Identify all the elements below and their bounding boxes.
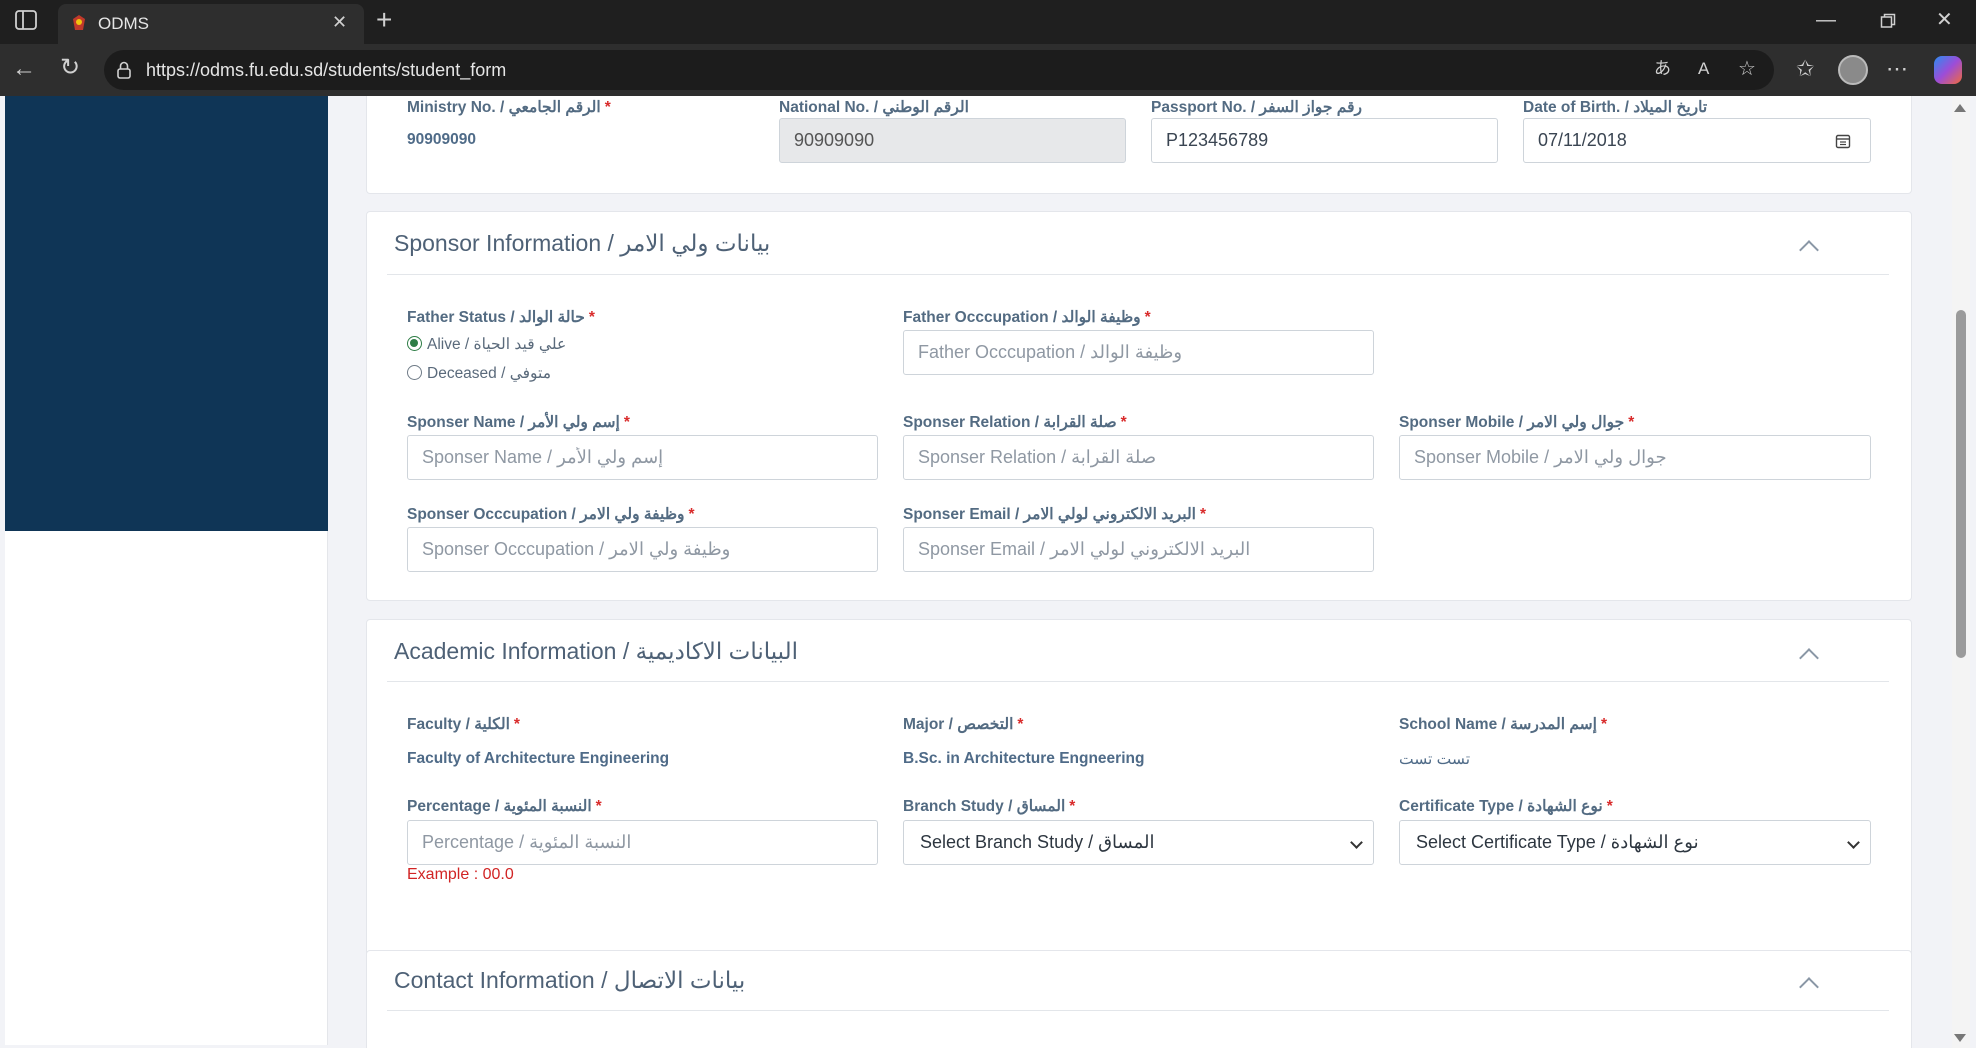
read-aloud-icon[interactable]: A (1698, 60, 1709, 77)
browser-tab[interactable]: ODMS ✕ (58, 4, 364, 44)
sponsor-name-input[interactable] (407, 435, 878, 480)
national-no-input[interactable] (779, 118, 1126, 163)
tab-title: ODMS (98, 14, 149, 33)
translate-icon[interactable]: あ (1654, 60, 1671, 77)
alive-radio-circle[interactable] (407, 336, 422, 351)
academic-section-title: Academic Information / البيانات الاكاديم… (394, 638, 799, 664)
school-name-label: School Name / إسم المدرسة * (1399, 716, 1607, 733)
page-viewport: Ministry No. / الرقم الجامعي * 90909090 N… (0, 96, 1976, 1048)
percentage-input[interactable] (407, 820, 878, 865)
reload-icon[interactable]: ↻ (60, 56, 80, 80)
date-of-birth-label: Date of Birth. / تاريخ الميلاد (1523, 99, 1708, 116)
ministry-no-label: Ministry No. / الرقم الجامعي * (407, 99, 611, 116)
branch-study-label: Branch Study / المساق * (903, 798, 1076, 815)
more-icon[interactable]: ⋯ (1886, 58, 1908, 80)
sponsor-relation-input[interactable] (903, 435, 1374, 480)
deceased-radio-circle[interactable] (407, 365, 422, 380)
ministry-no-value: 90909090 (407, 131, 476, 148)
calendar-icon[interactable] (1835, 133, 1851, 149)
new-tab-button[interactable]: + (376, 6, 392, 34)
address-bar[interactable]: https://odms.fu.edu.sd/students/student_… (104, 50, 1774, 90)
major-value: B.Sc. in Architecture Engneering (903, 750, 1145, 767)
sponsor-occupation-label: Sponser Occcupation / وظيفة ولي الامر * (407, 506, 695, 523)
sponsor-email-label: Sponser Email / البريد الالكتروني لولي ا… (903, 506, 1207, 523)
school-name-value: تست تست (1399, 751, 1471, 768)
father-occupation-label: Father Occcupation / وظيفة الوالد * (903, 309, 1151, 326)
passport-no-label: Passport No. / رقم جواز السفر (1151, 99, 1362, 116)
url-text[interactable]: https://odms.fu.edu.sd/students/student_… (146, 60, 506, 81)
faculty-label: Faculty / الكلية * (407, 716, 520, 733)
faculty-value: Faculty of Architecture Engineering (407, 750, 670, 767)
copilot-icon[interactable] (1934, 56, 1962, 84)
major-label: Major / التخصص * (903, 716, 1024, 733)
sidebar-header (5, 96, 328, 531)
back-icon[interactable]: ← (12, 57, 36, 81)
sidebar (5, 96, 328, 1045)
percentage-label: Percentage / النسبة المئوية * (407, 798, 602, 815)
sponsor-occupation-input[interactable] (407, 527, 878, 572)
sidebar-toggle-icon[interactable] (14, 10, 38, 34)
app-favicon-icon (70, 14, 88, 32)
scroll-down-arrow[interactable] (1954, 1034, 1966, 1042)
academic-divider (387, 681, 1889, 682)
passport-no-input[interactable] (1151, 118, 1498, 163)
sponsor-mobile-input[interactable] (1399, 435, 1871, 480)
favorites-icon[interactable]: ✩ (1796, 58, 1814, 80)
close-tab-icon[interactable]: ✕ (332, 13, 347, 31)
lock-icon[interactable] (116, 61, 132, 79)
scroll-up-arrow[interactable] (1954, 104, 1966, 112)
profile-icon[interactable] (1838, 55, 1868, 85)
sponsor-relation-label: Sponser Relation / صلة القرابة * (903, 414, 1127, 431)
scrollbar-thumb[interactable] (1956, 310, 1966, 658)
certificate-type-select[interactable]: Select Certificate Type / نوع الشهادة (1399, 820, 1871, 865)
percentage-hint: Example : 00.0 (407, 866, 514, 883)
certificate-type-label: Certificate Type / نوع الشهادة * (1399, 798, 1613, 815)
chevron-down-icon (1350, 836, 1363, 849)
contact-divider (387, 1010, 1889, 1011)
father-occupation-input[interactable] (903, 330, 1374, 375)
contact-section-title: Contact Information / بيانات الاتصال (394, 967, 746, 993)
close-window-icon[interactable]: ✕ (1936, 10, 1953, 30)
chevron-down-icon (1847, 836, 1860, 849)
branch-study-select[interactable]: Select Branch Study / المساق (903, 820, 1374, 865)
sponsor-section-title: Sponsor Information / بيانات ولي الامر (394, 230, 771, 256)
alive-radio[interactable]: Alive / علي قيد الحياة (407, 335, 566, 354)
minimize-icon[interactable]: — (1816, 10, 1836, 30)
contact-info-card (366, 950, 1912, 1048)
sponsor-email-input[interactable] (903, 527, 1374, 572)
restore-icon[interactable] (1880, 13, 1896, 29)
deceased-radio[interactable]: Deceased / متوفي (407, 364, 551, 383)
date-of-birth-input[interactable] (1523, 118, 1871, 163)
sponsor-divider (387, 274, 1889, 275)
national-no-label: National No. / الرقم الوطني (779, 99, 969, 116)
star-icon[interactable]: ☆ (1738, 59, 1756, 79)
sponsor-name-label: Sponser Name / إسم ولي الأمر * (407, 414, 630, 431)
sponsor-mobile-label: Sponser Mobile / جوال ولي الامر * (1399, 414, 1635, 431)
father-status-label: Father Status / حالة الوالد * (407, 309, 595, 326)
